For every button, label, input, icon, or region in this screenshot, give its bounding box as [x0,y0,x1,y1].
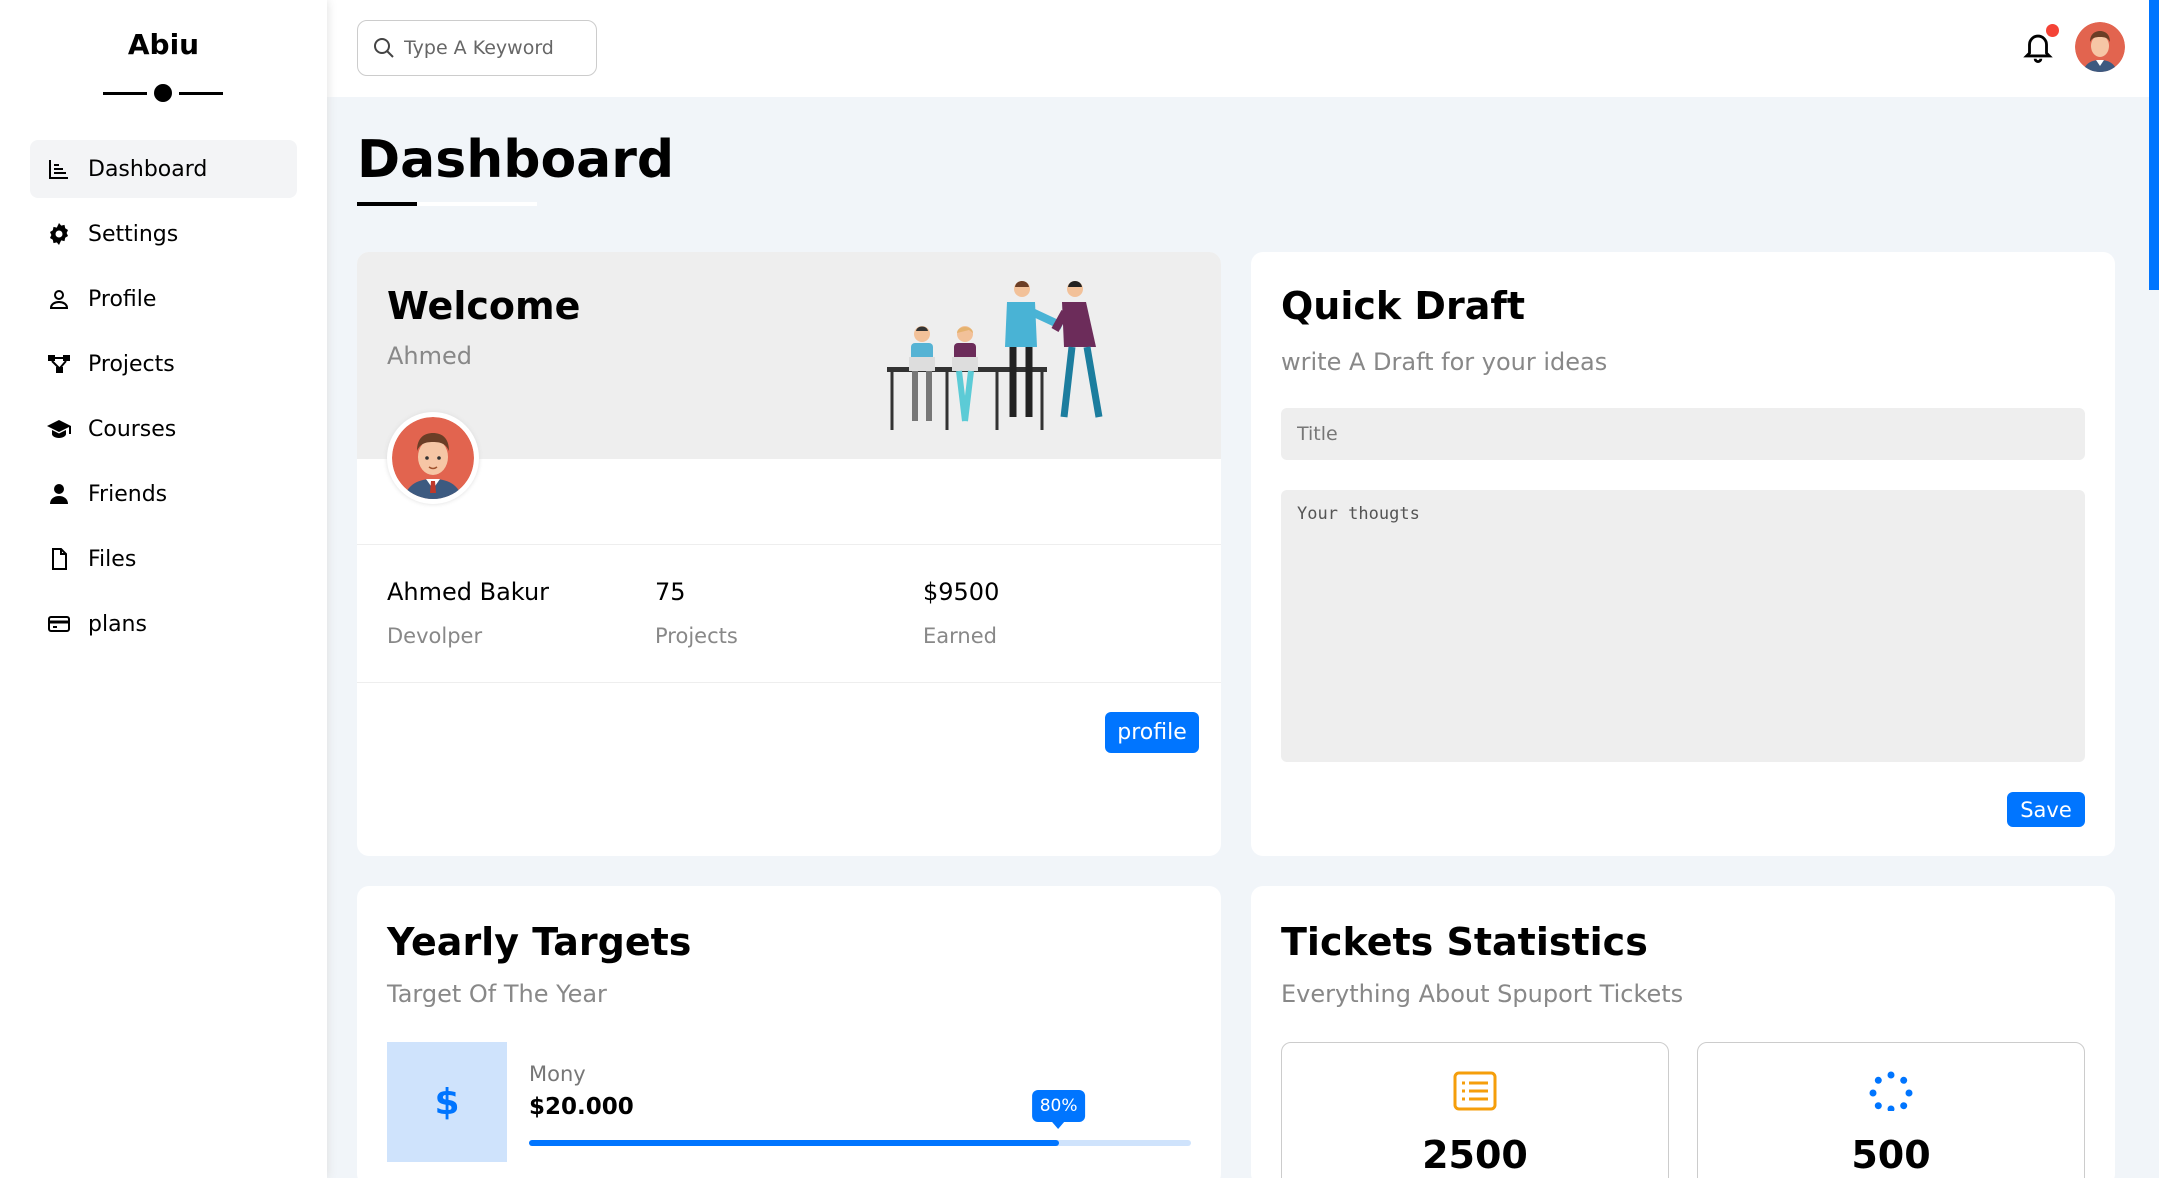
quick-draft-card: Quick Draft write A Draft for your ideas… [1251,252,2115,856]
sidebar-nav: Dashboard Settings Profile Projects Cour… [30,140,297,660]
stat-earned: $9500 Earned [923,578,999,648]
sidebar-item-label: Profile [88,286,157,312]
sidebar-item-label: Dashboard [88,156,208,182]
stat-label: Devolper [387,624,483,648]
sidebar-item-files[interactable]: Files [30,530,297,588]
brand-decoration [103,84,223,102]
stat-value: 75 [655,578,686,606]
welcome-title: Welcome [387,284,581,328]
tickets-statistics-card: Tickets Statistics Everything About Spup… [1251,886,2115,1178]
dollar-icon: $ [387,1042,507,1162]
divider [357,682,1221,683]
tickets-subtitle: Everything About Spuport Tickets [1281,980,1684,1008]
user-outline-icon [46,286,72,312]
file-icon [46,546,72,572]
search-icon [374,38,394,58]
target-progress-badge: 80% [1031,1090,1086,1129]
sidebar-item-label: Friends [88,481,168,507]
notification-dot [2046,24,2059,37]
sidebar-item-label: Projects [88,351,175,377]
top-header [327,0,2149,97]
sidebar-item-label: Courses [88,416,177,442]
target-label: Mony [529,1062,586,1086]
stat-value: Ahmed Bakur [387,578,550,606]
profile-avatar [387,412,479,504]
ticket-stat-box: 500 [1697,1042,2085,1178]
page-title: Dashboard [357,130,675,190]
credit-card-icon [46,611,72,637]
team-illustration [887,281,1103,430]
target-value: $20.000 [529,1094,634,1120]
draft-text-area[interactable] [1281,490,2085,762]
list-icon [1453,1071,1497,1111]
chart-icon [46,156,72,182]
sidebar-item-friends[interactable]: Friends [30,465,297,523]
ticket-stat-box: 2500 [1281,1042,1669,1178]
ticket-stat-value: 500 [1851,1133,1931,1177]
stat-projects: 75 Projects [655,578,738,648]
diagram-icon [46,351,72,377]
scrollbar-thumb[interactable] [2149,0,2159,290]
sidebar-item-profile[interactable]: Profile [30,270,297,328]
gear-icon [46,221,72,247]
target-progress-bar [529,1140,1191,1146]
spinner-icon [1869,1071,1913,1111]
targets-subtitle: Target Of The Year [387,980,607,1008]
sidebar: Abiu Dashboard Settings Profile Projects… [0,0,327,1178]
stat-value: $9500 [923,578,1000,606]
target-progress-fill [529,1140,1059,1146]
stat-label: Earned [923,624,997,648]
welcome-name: Ahmed [387,342,473,370]
sidebar-item-label: plans [88,611,147,637]
ticket-stat-value: 2500 [1422,1133,1528,1177]
notifications-button[interactable] [2021,24,2059,68]
draft-title-input[interactable] [1281,408,2085,460]
sidebar-item-courses[interactable]: Courses [30,400,297,458]
profile-button[interactable]: profile [1105,712,1199,753]
user-avatar[interactable] [2075,22,2125,72]
save-button[interactable]: Save [2007,792,2085,827]
search-input[interactable] [404,37,584,59]
divider [357,544,1221,545]
sidebar-item-label: Settings [88,221,179,247]
stat-name: Ahmed Bakur Devolper [387,578,549,648]
draft-subtitle: write A Draft for your ideas [1281,348,1608,376]
sidebar-item-settings[interactable]: Settings [30,205,297,263]
tickets-title: Tickets Statistics [1281,920,1648,964]
graduation-cap-icon [46,416,72,442]
search-box[interactable] [357,20,597,76]
sidebar-item-dashboard[interactable]: Dashboard [30,140,297,198]
yearly-targets-card: Yearly Targets Target Of The Year $ Mony… [357,886,1221,1178]
user-icon [46,481,72,507]
draft-title: Quick Draft [1281,284,1526,328]
stat-label: Projects [655,624,738,648]
brand-title: Abiu [127,28,200,61]
sidebar-item-projects[interactable]: Projects [30,335,297,393]
welcome-banner: Welcome Ahmed [357,252,1221,459]
welcome-card: Welcome Ahmed Ahmed Bakur Devolper 75 Pr… [357,252,1221,856]
sidebar-item-plans[interactable]: plans [30,595,297,653]
title-underline [357,202,537,206]
sidebar-item-label: Files [88,546,137,572]
targets-title: Yearly Targets [387,920,692,964]
